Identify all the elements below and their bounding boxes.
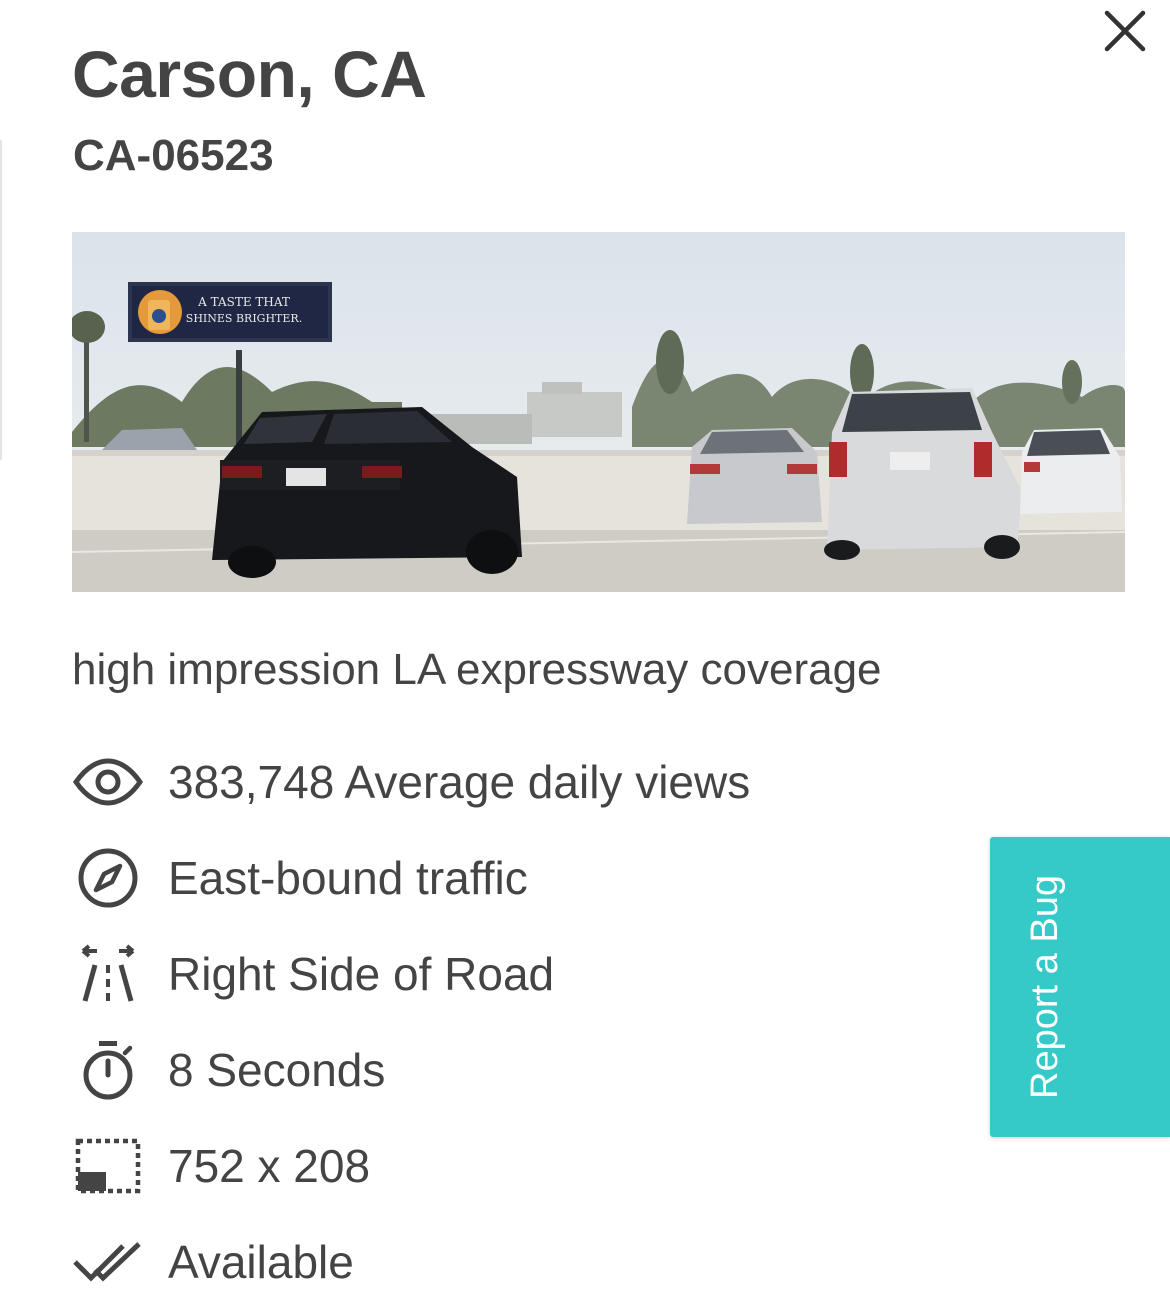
detail-availability: Available <box>72 1214 750 1310</box>
close-icon <box>1104 10 1146 52</box>
panel-edge-divider <box>0 140 2 460</box>
stopwatch-icon <box>72 1034 144 1106</box>
eye-icon <box>72 746 144 818</box>
traffic-direction-text: East-bound traffic <box>168 852 528 904</box>
detail-dimensions: 752 x 208 <box>72 1118 750 1214</box>
double-check-icon <box>72 1226 144 1298</box>
listing-description: high impression LA expressway coverage <box>72 645 882 694</box>
billboard-photo: A TASTE THAT SHINES BRIGHTER. <box>72 232 1125 592</box>
close-button[interactable] <box>1098 4 1152 58</box>
compass-icon <box>72 842 144 914</box>
report-bug-label: Report a Bug <box>1024 875 1066 1099</box>
detail-road-side: Right Side of Road <box>72 926 750 1022</box>
report-bug-button[interactable]: Report a Bug <box>990 837 1170 1137</box>
site-id: CA-06523 <box>73 131 274 180</box>
road-side-icon <box>72 938 144 1010</box>
availability-text: Available <box>168 1236 354 1288</box>
listing-details: 383,748 Average daily views East-bound t… <box>72 734 750 1310</box>
listing-detail-panel: Carson, CA CA-06523 A TASTE THAT SHINES … <box>0 0 1170 1315</box>
daily-views-text: 383,748 Average daily views <box>168 756 751 808</box>
detail-traffic-direction: East-bound traffic <box>72 830 750 926</box>
dimensions-text: 752 x 208 <box>168 1140 371 1192</box>
detail-view-duration: 8 Seconds <box>72 1022 750 1118</box>
page-title: Carson, CA <box>72 37 427 111</box>
road-side-text: Right Side of Road <box>168 948 555 1000</box>
dimensions-icon <box>72 1130 144 1202</box>
view-duration-text: 8 Seconds <box>168 1044 386 1096</box>
detail-daily-views: 383,748 Average daily views <box>72 734 750 830</box>
svg-text:A TASTE THAT: A TASTE THAT <box>197 295 290 309</box>
svg-text:SHINES BRIGHTER.: SHINES BRIGHTER. <box>186 312 302 325</box>
